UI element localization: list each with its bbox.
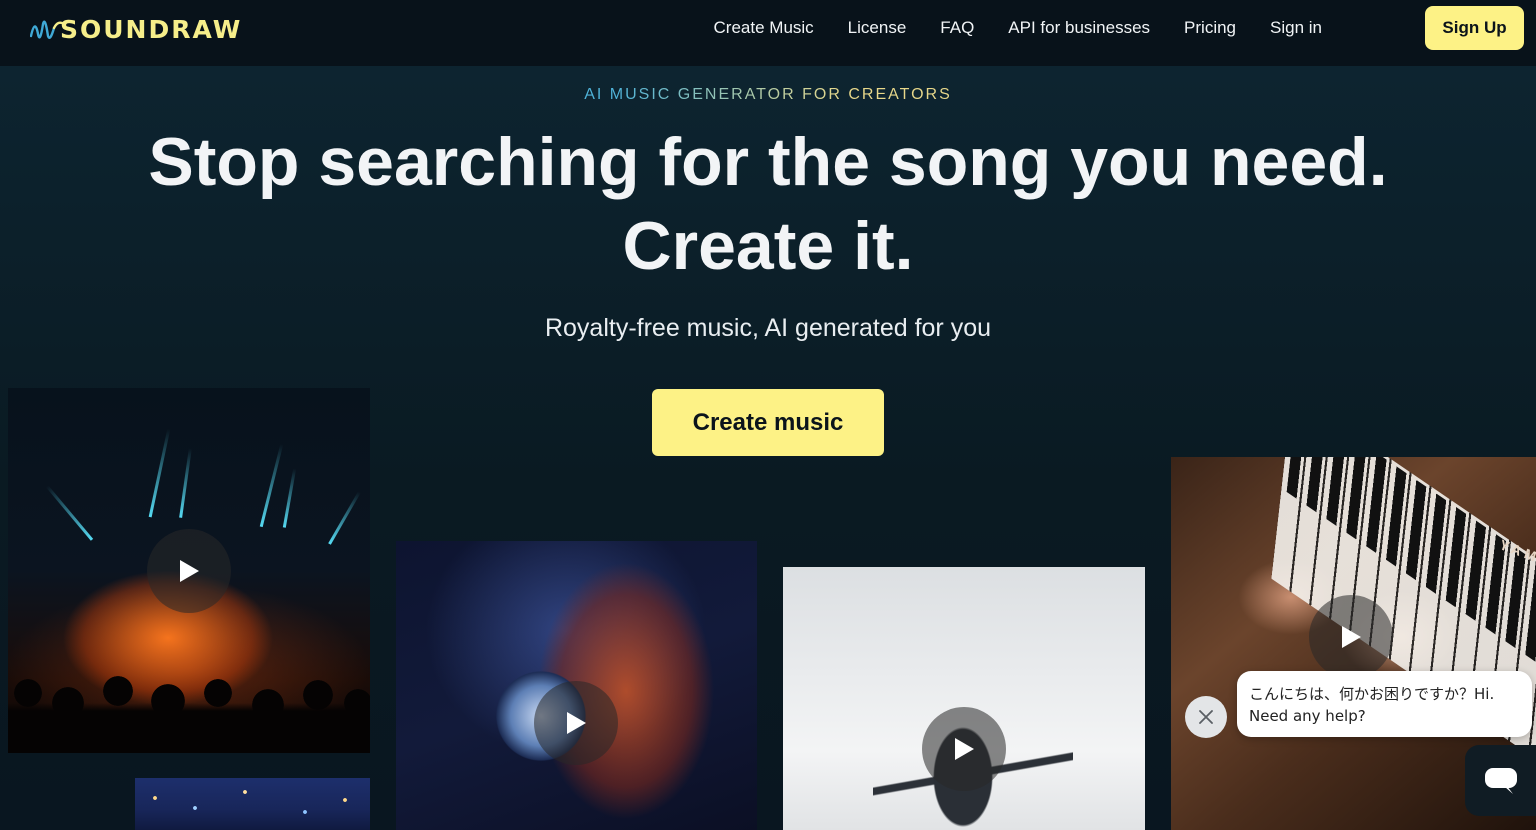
play-button[interactable] — [1309, 595, 1393, 679]
sign-up-button[interactable]: Sign Up — [1425, 6, 1524, 50]
chat-greeting-bubble[interactable]: こんにちは、何かお困りですか？Hi. Need any help? — [1237, 671, 1532, 737]
play-icon — [955, 738, 974, 760]
nav-pricing[interactable]: Pricing — [1184, 18, 1236, 38]
crowd-silhouette — [8, 663, 370, 753]
play-button[interactable] — [147, 529, 231, 613]
light-beam — [148, 428, 171, 518]
video-thumbnail-city-night[interactable] — [135, 778, 370, 830]
light-beam — [45, 485, 94, 541]
play-button[interactable] — [534, 681, 618, 765]
nav-create-music[interactable]: Create Music — [714, 18, 814, 38]
play-button[interactable] — [922, 707, 1006, 791]
chat-message-line-2: Need any help? — [1249, 707, 1366, 725]
nav-license[interactable]: License — [848, 18, 907, 38]
hero-eyebrow: AI MUSIC GENERATOR FOR CREATORS — [0, 86, 1536, 104]
close-icon — [1199, 710, 1213, 724]
play-icon — [180, 560, 199, 582]
light-beam — [282, 468, 297, 528]
create-music-button[interactable]: Create music — [652, 389, 884, 456]
hero-headline: Stop searching for the song you need. Cr… — [0, 120, 1536, 288]
nav-sign-in[interactable]: Sign in — [1270, 18, 1322, 38]
soundraw-logo[interactable]: SOUNDRAW — [30, 12, 242, 46]
chat-close-button[interactable] — [1185, 696, 1227, 738]
light-beam — [259, 443, 284, 528]
chat-icon — [1484, 767, 1517, 794]
nav-api-for-businesses[interactable]: API for businesses — [1008, 18, 1150, 38]
top-navigation-bar: SOUNDRAW Create Music License FAQ API fo… — [0, 0, 1536, 66]
chat-message-line-1: こんにちは、何かお困りですか？Hi. — [1249, 685, 1495, 703]
brand-name: SOUNDRAW — [60, 14, 243, 44]
video-thumbnail-concert[interactable] — [8, 388, 370, 753]
headline-line-2: Create it. — [622, 208, 914, 284]
video-thumbnail-disco[interactable] — [396, 541, 757, 830]
light-beam — [179, 448, 192, 518]
nav-faq[interactable]: FAQ — [940, 18, 974, 38]
video-thumbnail-jumping-man[interactable] — [783, 567, 1145, 830]
chat-launcher-button[interactable] — [1465, 745, 1536, 816]
play-icon — [567, 712, 586, 734]
light-beam — [328, 491, 361, 545]
headline-line-1: Stop searching for the song you need. — [148, 124, 1388, 200]
play-icon — [1342, 626, 1361, 648]
hero-subhead: Royalty-free music, AI generated for you — [544, 314, 992, 342]
main-nav: Create Music License FAQ API for busines… — [714, 0, 1322, 56]
